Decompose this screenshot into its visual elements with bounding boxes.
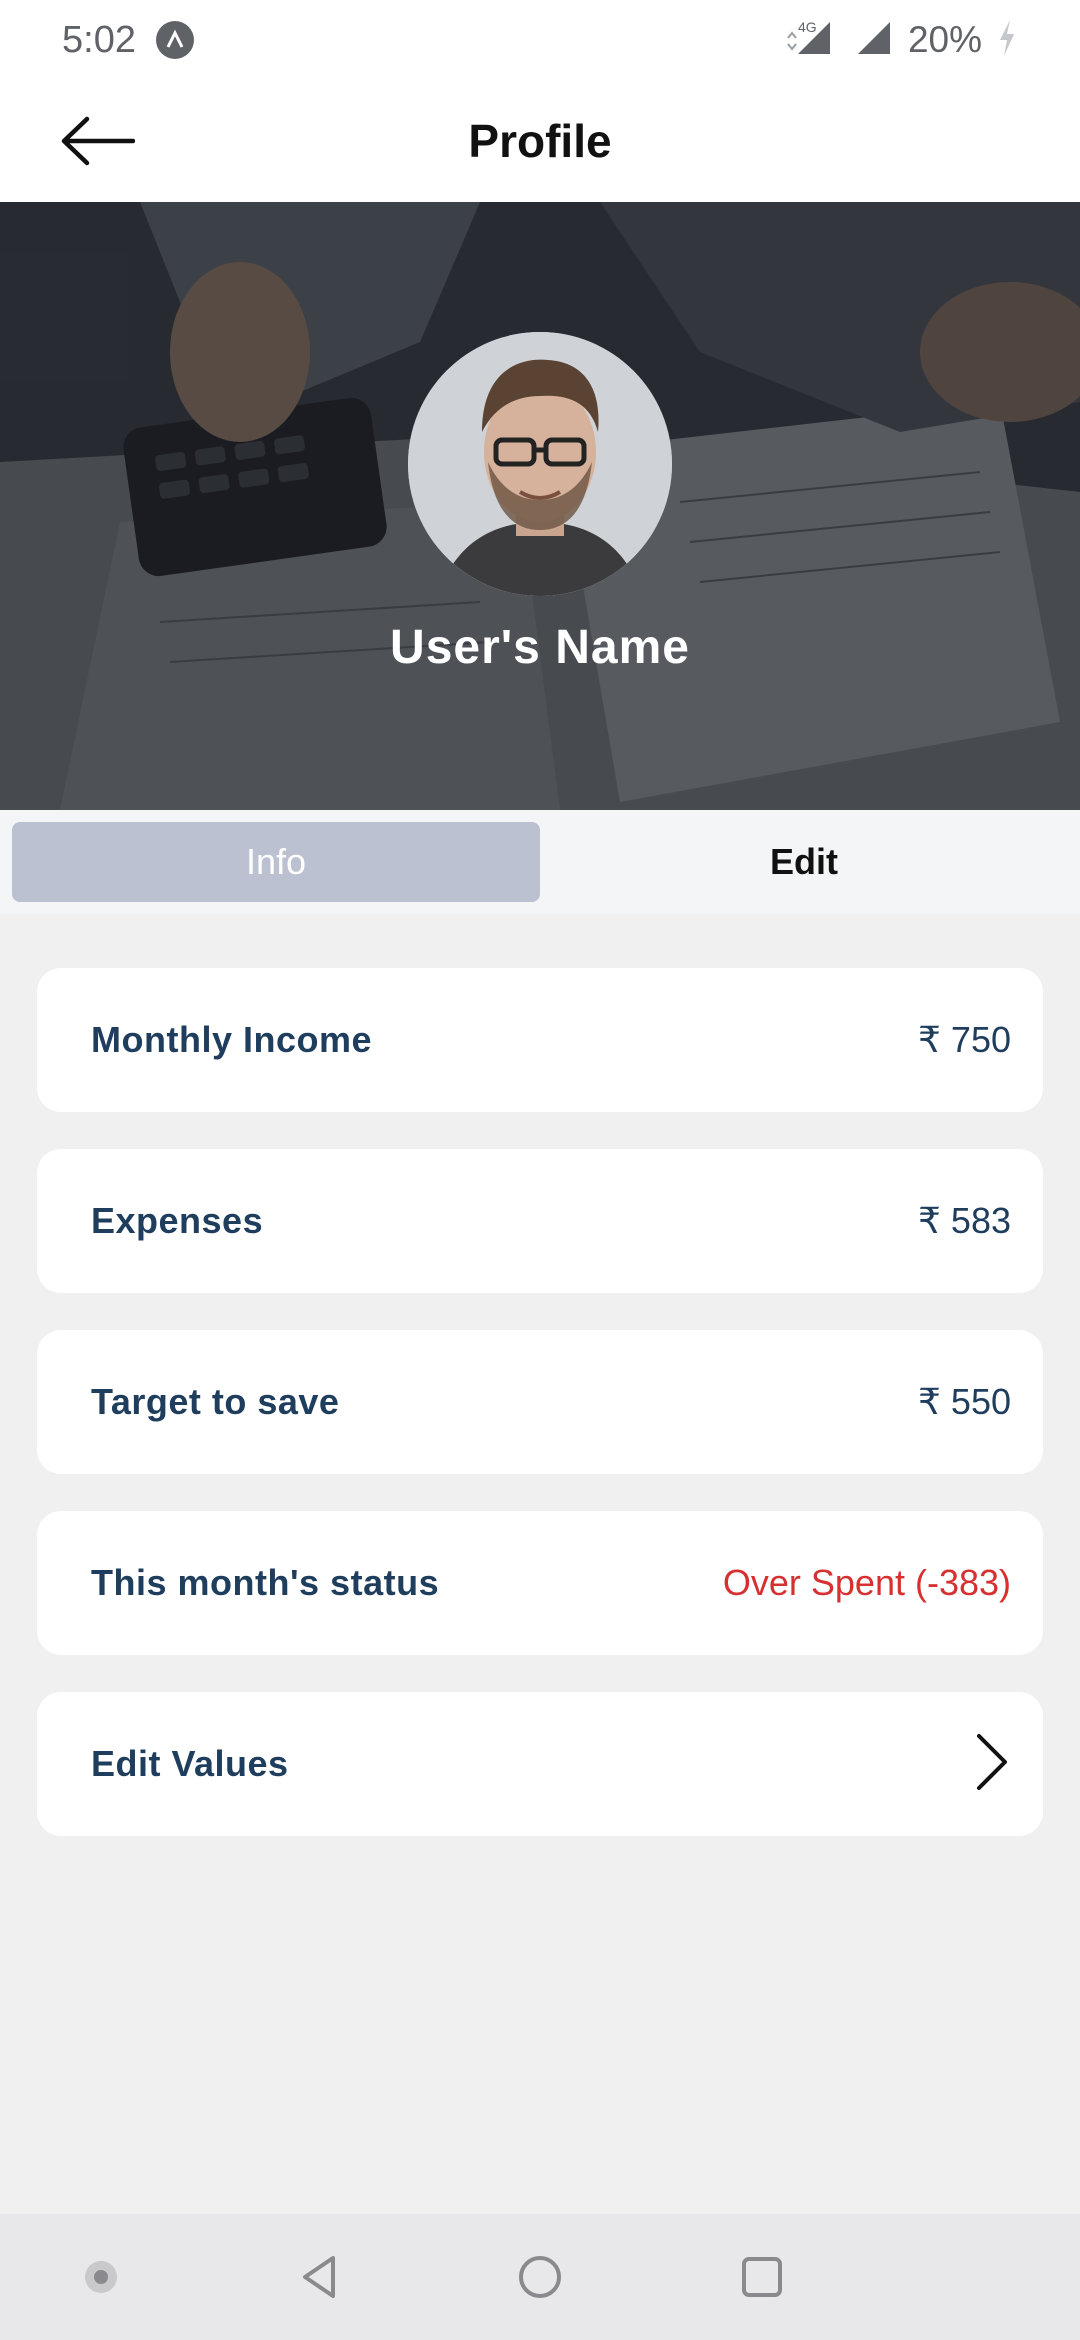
battery-percentage: 20%	[907, 19, 982, 60]
app-header: Profile	[0, 80, 1080, 202]
card-label: Monthly Income	[91, 1019, 373, 1060]
profile-tabs: Info Edit	[0, 810, 1080, 914]
network-type-label: 4G	[798, 19, 817, 35]
monthly-income-card: Monthly Income ₹ 750	[37, 968, 1043, 1112]
triangle-back-icon	[303, 2256, 335, 2298]
card-label: This month's status	[91, 1562, 440, 1603]
tab-info[interactable]: Info	[12, 822, 540, 902]
signal-4g-icon: 4G	[784, 18, 840, 63]
avatar[interactable]	[408, 332, 672, 596]
card-value: ₹ 550	[918, 1381, 1011, 1422]
signal-icon	[854, 18, 894, 63]
nav-back-button[interactable]	[285, 2242, 355, 2312]
status-time: 5:02	[62, 18, 136, 61]
profile-hero: User's Name	[0, 202, 1080, 810]
charging-icon	[996, 18, 1018, 63]
status-bar: 5:02 4G 20%	[0, 0, 1080, 80]
expenses-card: Expenses ₹ 583	[37, 1149, 1043, 1293]
user-name: User's Name	[390, 621, 690, 674]
back-button[interactable]	[52, 106, 142, 176]
tab-edit[interactable]: Edit	[540, 822, 1068, 902]
target-to-save-card: Target to save ₹ 550	[37, 1330, 1043, 1474]
page-title: Profile	[468, 115, 612, 167]
chevron-right-icon	[971, 1732, 1011, 1797]
edit-values-card[interactable]: Edit Values	[37, 1692, 1043, 1836]
status-value: Over Spent (-383)	[722, 1562, 1011, 1603]
arrow-left-icon	[61, 116, 135, 166]
app-notification-icon	[155, 21, 194, 59]
dot-icon	[85, 2261, 117, 2293]
nav-recents-button[interactable]	[727, 2242, 797, 2312]
circle-home-icon	[519, 2256, 561, 2298]
square-recents-icon	[742, 2257, 782, 2297]
card-value: ₹ 583	[918, 1200, 1011, 1241]
card-label: Expenses	[91, 1200, 264, 1241]
monthly-status-card: This month's status Over Spent (-383)	[37, 1511, 1043, 1655]
status-indicators: 4G 20%	[784, 18, 1018, 63]
card-label: Edit Values	[91, 1743, 289, 1784]
system-nav-bar	[0, 2214, 1080, 2340]
card-value: ₹ 750	[918, 1019, 1011, 1060]
card-label: Target to save	[91, 1381, 340, 1422]
nav-dot-button[interactable]	[66, 2242, 136, 2312]
nav-home-button[interactable]	[505, 2242, 575, 2312]
